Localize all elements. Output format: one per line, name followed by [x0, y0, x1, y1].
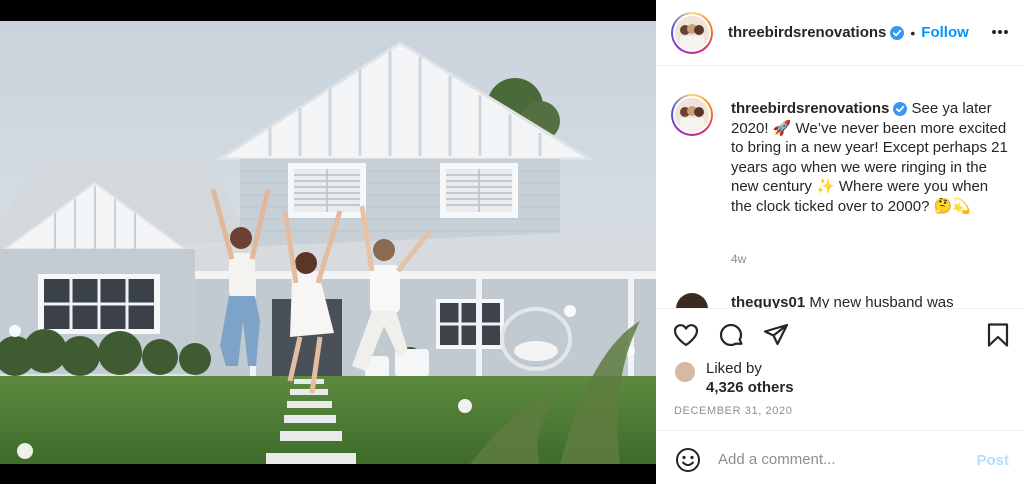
post-actions: Liked by 4,326 others DECEMBER 31, 2020	[656, 308, 1024, 430]
comment-text: My new husband was	[809, 294, 954, 308]
likes-count[interactable]: 4,326 others	[706, 379, 794, 396]
share-icon[interactable]	[762, 321, 790, 349]
caption-author-avatar[interactable]	[671, 94, 713, 136]
post-comment-button[interactable]: Post	[976, 452, 1009, 469]
author-username[interactable]: threebirdsrenovations	[728, 24, 886, 41]
bookmark-icon[interactable]	[984, 321, 1012, 349]
caption-body: threebirdsrenovations See ya later 2020!…	[731, 99, 1011, 217]
comment-icon[interactable]	[717, 321, 745, 349]
liked-by-label: Liked by	[706, 360, 762, 377]
author-avatar[interactable]	[671, 11, 713, 54]
comment-input[interactable]	[718, 448, 958, 470]
instagram-post: threebirdsrenovations • Follow threebird…	[0, 0, 1024, 484]
caption-username[interactable]: threebirdsrenovations	[731, 100, 889, 117]
commenter-username[interactable]: theguys01	[731, 294, 805, 308]
header-separator: •	[910, 24, 916, 41]
verified-badge-icon	[890, 25, 905, 40]
post-sidebar: threebirdsrenovations • Follow threebird…	[656, 0, 1024, 484]
emoji-icon[interactable]	[674, 446, 702, 474]
comment-preview: theguys01 My new husband was	[671, 290, 1011, 308]
verified-badge-icon	[893, 102, 908, 117]
likes-summary: Liked by 4,326 others	[674, 359, 794, 397]
commenter-avatar[interactable]	[676, 293, 708, 308]
add-comment-bar: Post	[656, 430, 1024, 484]
post-date[interactable]: DECEMBER 31, 2020	[674, 405, 792, 417]
house-photo-illustration	[0, 21, 656, 464]
avatar-photo	[675, 15, 709, 50]
heart-icon[interactable]	[672, 321, 700, 349]
follow-button[interactable]: Follow	[921, 24, 969, 41]
avatar-photo	[675, 98, 709, 132]
more-options-icon[interactable]	[990, 22, 1010, 42]
liker-avatar[interactable]	[674, 361, 696, 383]
post-header: threebirdsrenovations • Follow	[656, 0, 1024, 66]
caption-timestamp[interactable]: 4w	[731, 252, 746, 266]
caption-text: See ya later 2020! 🚀 We’ve never been mo…	[731, 100, 1008, 215]
post-photo[interactable]	[0, 21, 656, 464]
